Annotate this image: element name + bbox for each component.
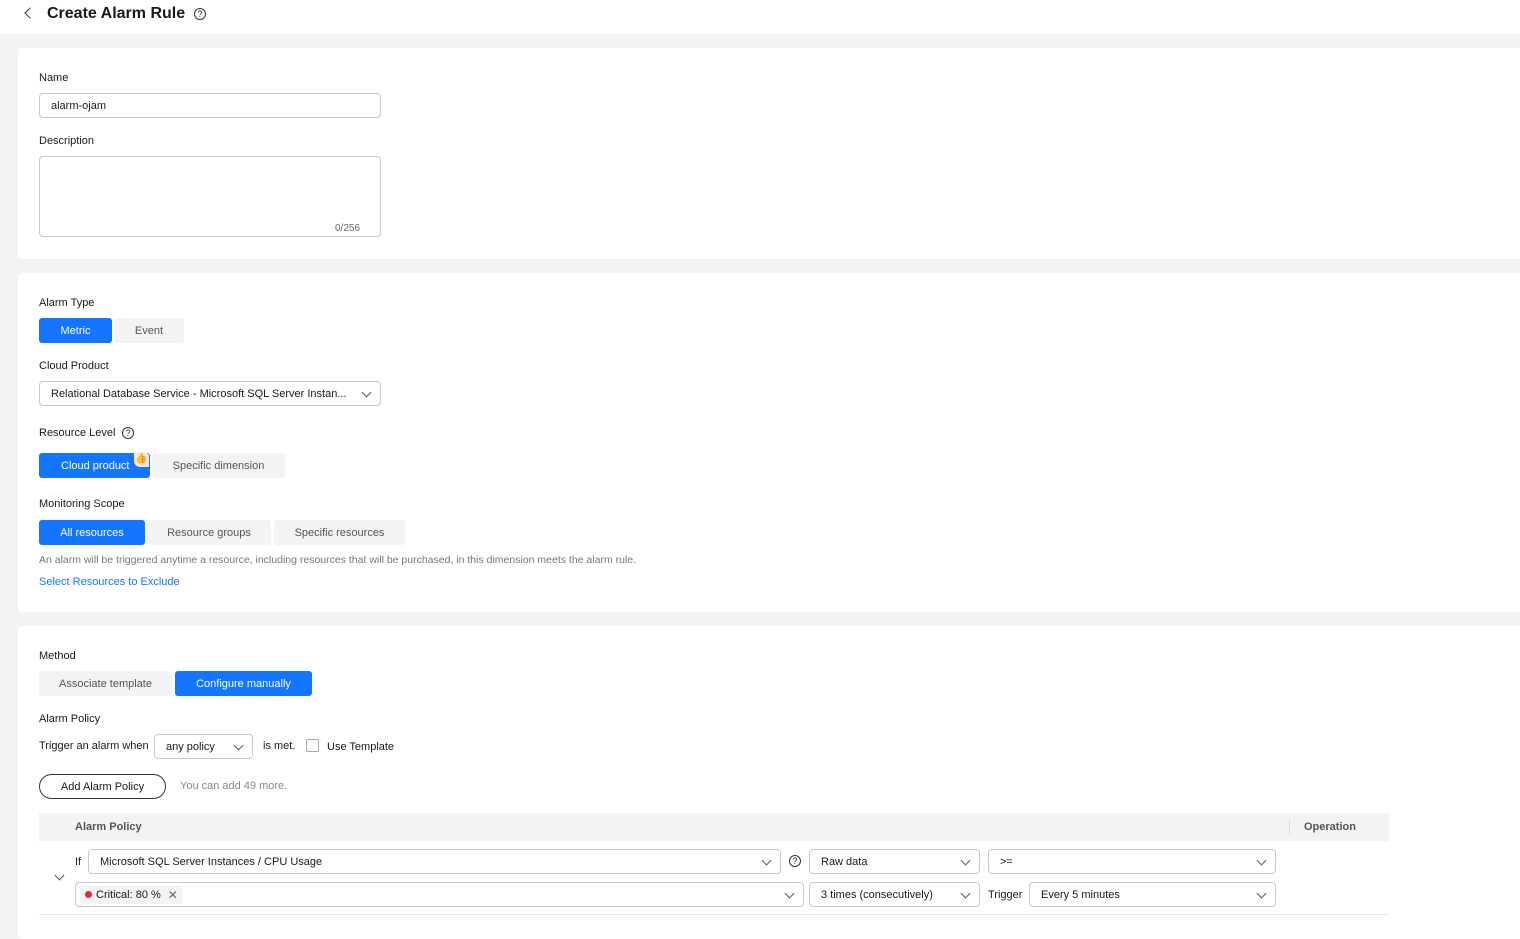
operator-value: >= — [1000, 855, 1013, 868]
times-select[interactable]: 3 times (consecutively) — [809, 882, 980, 907]
trigger-policy-select[interactable]: any policy — [154, 734, 253, 759]
level-cloud-product-label: Cloud product — [61, 459, 130, 472]
trigger-policy-value: any policy — [166, 740, 215, 753]
alarm-type-metric[interactable]: Metric — [39, 318, 112, 343]
page-header: Create Alarm Rule ? — [0, 0, 1520, 34]
metric-value: Microsoft SQL Server Instances / CPU Usa… — [100, 855, 323, 868]
aggregation-value: Raw data — [821, 855, 868, 868]
scope-all-resources[interactable]: All resources — [39, 520, 145, 545]
chevron-down-icon — [1256, 888, 1267, 899]
scope-hint: An alarm will be triggered anytime a res… — [39, 554, 637, 566]
aggregation-select[interactable]: Raw data — [809, 849, 980, 874]
scope-specific-resources[interactable]: Specific resources — [274, 520, 405, 545]
threshold-tag-label: Critical: 80 % — [96, 888, 161, 901]
name-input[interactable]: alarm-ojam — [39, 93, 381, 118]
collapse-row-icon[interactable] — [54, 870, 65, 881]
help-icon[interactable]: ? — [194, 8, 206, 20]
threshold-select[interactable]: Critical: 80 % ✕ — [75, 882, 804, 907]
add-policy-hint: You can add 49 more. — [180, 780, 288, 792]
use-template-label: Use Template — [327, 741, 395, 753]
method-label: Method — [39, 650, 76, 662]
chevron-down-icon — [233, 740, 244, 751]
alarm-policy-label: Alarm Policy — [39, 713, 101, 725]
back-icon[interactable] — [24, 7, 36, 19]
threshold-tag: Critical: 80 % ✕ — [80, 885, 183, 904]
thumbs-up-icon: 👍 — [134, 453, 149, 467]
operator-select[interactable]: >= — [988, 849, 1276, 874]
times-value: 3 times (consecutively) — [821, 888, 933, 901]
alarm-config-card: Alarm Type Metric Event Cloud Product Re… — [18, 273, 1520, 612]
name-label: Name — [39, 72, 69, 84]
exclude-resources-link[interactable]: Select Resources to Exclude — [39, 576, 180, 588]
help-icon[interactable]: ? — [789, 855, 801, 867]
description-counter: 0/256 — [335, 223, 361, 234]
monitoring-scope-label: Monitoring Scope — [39, 498, 125, 510]
if-label: If — [75, 856, 82, 868]
frequency-value: Every 5 minutes — [1041, 888, 1120, 901]
table-row: If Microsoft SQL Server Instances / CPU … — [39, 841, 1389, 915]
method-card: Method Associate template Configure manu… — [18, 626, 1520, 939]
chevron-down-icon — [1256, 855, 1267, 866]
add-alarm-policy-button[interactable]: Add Alarm Policy — [39, 774, 166, 799]
column-alarm-policy: Alarm Policy — [75, 821, 142, 833]
page-title: Create Alarm Rule — [47, 5, 186, 22]
alarm-type-label: Alarm Type — [39, 297, 95, 309]
basic-info-card: Name alarm-ojam Description 0/256 — [18, 48, 1520, 259]
metric-select[interactable]: Microsoft SQL Server Instances / CPU Usa… — [88, 849, 781, 874]
chevron-down-icon — [960, 888, 971, 899]
cloud-product-label: Cloud Product — [39, 360, 109, 372]
chevron-down-icon — [361, 387, 372, 398]
chevron-down-icon — [761, 855, 772, 866]
policy-table-header: Alarm Policy Operation — [39, 813, 1389, 841]
column-operation: Operation — [1304, 821, 1356, 833]
chevron-down-icon — [784, 888, 795, 899]
description-textarea[interactable] — [39, 156, 381, 237]
trigger-label: Trigger — [988, 889, 1023, 901]
cloud-product-value: Relational Database Service - Microsoft … — [51, 387, 347, 400]
name-value: alarm-ojam — [51, 99, 107, 112]
resource-level-label: Resource Level — [39, 427, 116, 439]
remove-tag-icon[interactable]: ✕ — [168, 888, 178, 902]
frequency-select[interactable]: Every 5 minutes — [1029, 882, 1276, 907]
trigger-prefix: Trigger an alarm when — [39, 740, 149, 752]
cloud-product-select[interactable]: Relational Database Service - Microsoft … — [39, 381, 381, 406]
chevron-down-icon — [960, 855, 971, 866]
scope-resource-groups[interactable]: Resource groups — [147, 520, 271, 545]
critical-dot-icon — [85, 891, 92, 898]
help-icon[interactable]: ? — [122, 427, 134, 439]
description-label: Description — [39, 135, 95, 147]
method-configure-manually[interactable]: Configure manually — [175, 671, 312, 696]
use-template-checkbox[interactable] — [306, 739, 319, 752]
trigger-suffix: is met. — [263, 740, 296, 752]
alarm-type-event[interactable]: Event — [114, 318, 184, 343]
method-associate-template[interactable]: Associate template — [39, 671, 172, 696]
level-specific-dimension[interactable]: Specific dimension — [152, 453, 285, 478]
